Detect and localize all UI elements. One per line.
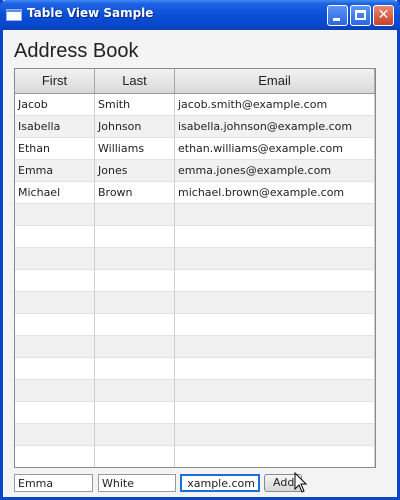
table-header: First Last Email xyxy=(15,69,375,94)
cell-email xyxy=(175,380,375,402)
cell-last xyxy=(95,248,175,270)
empty-table-row[interactable] xyxy=(15,402,375,424)
cell-email: michael.brown@example.com xyxy=(175,182,375,204)
cell-first: Jacob xyxy=(15,94,95,116)
cell-first xyxy=(15,424,95,446)
cell-first xyxy=(15,270,95,292)
cell-last: Smith xyxy=(95,94,175,116)
cell-email xyxy=(175,424,375,446)
cell-last xyxy=(95,424,175,446)
empty-table-row[interactable] xyxy=(15,336,375,358)
column-header-last[interactable]: Last xyxy=(95,69,175,93)
table-row[interactable]: Michael Brown michael.brown@example.com xyxy=(15,182,375,204)
cell-email: ethan.williams@example.com xyxy=(175,138,375,160)
cell-last xyxy=(95,226,175,248)
empty-table-row[interactable] xyxy=(15,270,375,292)
empty-table-row[interactable] xyxy=(15,204,375,226)
cell-last: Williams xyxy=(95,138,175,160)
cell-email xyxy=(175,358,375,380)
last-name-input[interactable] xyxy=(98,474,176,492)
cell-first xyxy=(15,446,95,467)
cell-first: Emma xyxy=(15,160,95,182)
cell-last xyxy=(95,314,175,336)
cell-first xyxy=(15,336,95,358)
cell-last xyxy=(95,336,175,358)
cell-email xyxy=(175,270,375,292)
page-title: Address Book xyxy=(14,40,139,62)
empty-table-row[interactable] xyxy=(15,248,375,270)
cell-first xyxy=(15,226,95,248)
cell-first xyxy=(15,314,95,336)
title-bar[interactable]: Table View Sample ✕ xyxy=(0,0,400,30)
empty-table-row[interactable] xyxy=(15,358,375,380)
empty-table-row[interactable] xyxy=(15,446,375,467)
empty-table-row[interactable] xyxy=(15,424,375,446)
cell-first: Ethan xyxy=(15,138,95,160)
cell-email xyxy=(175,336,375,358)
maximize-button[interactable] xyxy=(350,5,371,26)
empty-table-row[interactable] xyxy=(15,380,375,402)
cell-last xyxy=(95,402,175,424)
minimize-icon xyxy=(333,18,340,21)
cell-last: Johnson xyxy=(95,116,175,138)
cell-email: jacob.smith@example.com xyxy=(175,94,375,116)
table-row[interactable]: Emma Jones emma.jones@example.com xyxy=(15,160,375,182)
cell-email: isabella.johnson@example.com xyxy=(175,116,375,138)
cell-last xyxy=(95,204,175,226)
cell-first: Isabella xyxy=(15,116,95,138)
window-app-icon xyxy=(6,9,22,21)
table-body: Jacob Smith jacob.smith@example.com Isabell… xyxy=(15,94,375,467)
cell-last xyxy=(95,292,175,314)
cell-first xyxy=(15,292,95,314)
cell-last xyxy=(95,358,175,380)
minimize-button[interactable] xyxy=(327,5,348,26)
cell-last xyxy=(95,270,175,292)
column-header-first[interactable]: First xyxy=(15,69,95,93)
close-button[interactable]: ✕ xyxy=(373,5,394,26)
window-title: Table View Sample xyxy=(27,6,154,20)
cell-email xyxy=(175,248,375,270)
cell-first xyxy=(15,204,95,226)
first-name-input[interactable] xyxy=(14,474,93,492)
empty-table-row[interactable] xyxy=(15,314,375,336)
cell-email xyxy=(175,204,375,226)
empty-table-row[interactable] xyxy=(15,292,375,314)
cell-last xyxy=(95,446,175,467)
cell-email xyxy=(175,292,375,314)
cell-email xyxy=(175,314,375,336)
table-row[interactable]: Isabella Johnson isabella.johnson@example.… xyxy=(15,116,375,138)
close-icon: ✕ xyxy=(377,7,390,23)
mouse-cursor-icon xyxy=(294,472,308,493)
cell-email xyxy=(175,226,375,248)
cell-email xyxy=(175,446,375,467)
maximize-icon xyxy=(355,10,366,20)
cell-last xyxy=(95,380,175,402)
email-input[interactable] xyxy=(180,474,260,492)
cell-first xyxy=(15,358,95,380)
cell-last: Brown xyxy=(95,182,175,204)
cell-first xyxy=(15,402,95,424)
address-table[interactable]: First Last Email Jacob Smith jacob.smith@e… xyxy=(14,68,376,468)
cell-first xyxy=(15,248,95,270)
cell-email xyxy=(175,402,375,424)
cell-email: emma.jones@example.com xyxy=(175,160,375,182)
empty-table-row[interactable] xyxy=(15,226,375,248)
cell-first xyxy=(15,380,95,402)
cell-first: Michael xyxy=(15,182,95,204)
cell-last: Jones xyxy=(95,160,175,182)
table-row[interactable]: Jacob Smith jacob.smith@example.com xyxy=(15,94,375,116)
table-row[interactable]: Ethan Williams ethan.williams@example.com xyxy=(15,138,375,160)
column-header-email[interactable]: Email xyxy=(175,69,375,93)
